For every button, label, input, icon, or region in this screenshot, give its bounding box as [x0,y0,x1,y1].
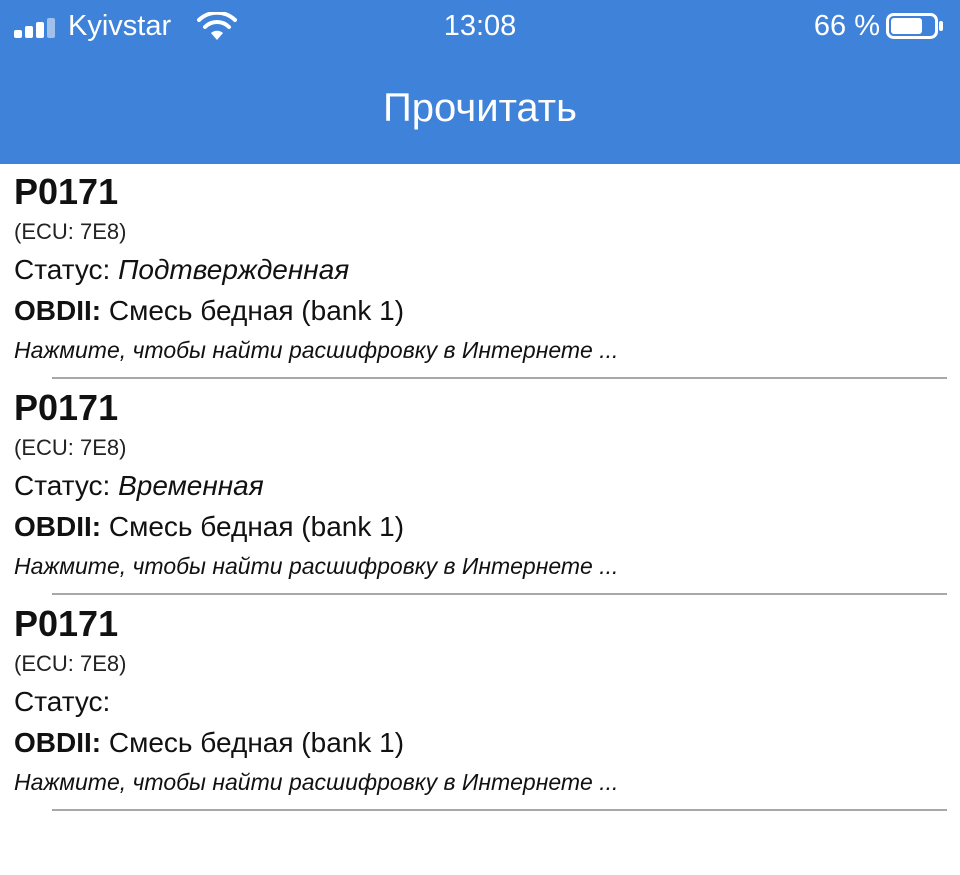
app-header: Kyivstar 13:08 66 % Прочитать [0,0,960,164]
status-value: Временная [118,470,264,501]
obd-label: OBDII: [14,295,102,326]
obd-label: OBDII: [14,727,102,758]
obd-label: OBDII: [14,511,102,542]
status-label: Статус: [14,686,111,717]
trouble-code-list: P0171 (ECU: 7E8) Статус: Подтвержденная … [0,164,960,812]
list-item[interactable]: P0171 (ECU: 7E8) Статус: Временная OBDII… [0,380,960,596]
page-title: Прочитать [383,86,577,130]
search-online-hint[interactable]: Нажмите, чтобы найти расшифровку в Интер… [14,337,618,363]
obd-line: OBDII: Смесь бедная (bank 1) [14,511,404,543]
status-value: Подтвержденная [118,254,350,285]
status-label: Статус: [14,470,111,501]
divider [52,593,947,595]
obd-line: OBDII: Смесь бедная (bank 1) [14,727,404,759]
obd-description: Смесь бедная (bank 1) [108,727,405,758]
obd-description: Смесь бедная (bank 1) [108,511,405,542]
dtc-code: P0171 [14,171,119,212]
ecu-id: (ECU: 7E8) [14,219,127,244]
search-online-hint[interactable]: Нажмите, чтобы найти расшифровку в Интер… [14,553,618,579]
search-online-hint[interactable]: Нажмите, чтобы найти расшифровку в Интер… [14,769,618,795]
obd-description: Смесь бедная (bank 1) [108,295,405,326]
battery-percentage: 66 % [813,10,880,42]
status-line: Статус: Подтвержденная [14,254,349,286]
ecu-id: (ECU: 7E8) [14,651,127,676]
dtc-code: P0171 [14,603,119,644]
ecu-id: (ECU: 7E8) [14,435,127,460]
obd-line: OBDII: Смесь бедная (bank 1) [14,295,404,327]
divider [52,377,947,379]
divider [52,809,947,811]
status-line: Статус: [14,686,110,718]
list-item[interactable]: P0171 (ECU: 7E8) Статус: Подтвержденная … [0,164,960,380]
status-line: Статус: Временная [14,470,264,502]
list-item[interactable]: P0171 (ECU: 7E8) Статус: OBDII: Смесь бе… [0,596,960,812]
battery-icon [886,13,943,39]
status-label: Статус: [14,254,111,285]
dtc-code: P0171 [14,387,119,428]
status-bar: Kyivstar 13:08 66 % [0,0,960,50]
